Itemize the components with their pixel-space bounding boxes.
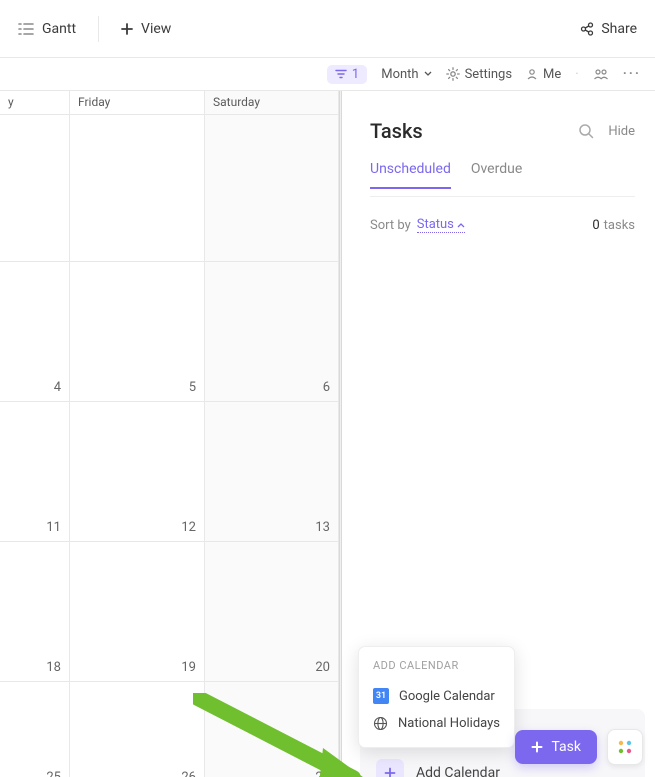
me-button[interactable]: Me bbox=[526, 67, 561, 82]
day-cell[interactable]: 6 bbox=[205, 262, 339, 401]
sub-toolbar: 1 Month Settings Me · ··· bbox=[0, 58, 655, 91]
sort-asc-icon bbox=[457, 222, 465, 228]
week-row: 4 5 6 bbox=[0, 262, 339, 402]
day-cell[interactable]: 20 bbox=[205, 542, 339, 681]
people-icon[interactable] bbox=[593, 68, 609, 80]
share-button[interactable]: Share bbox=[580, 21, 637, 37]
day-cell[interactable] bbox=[205, 115, 339, 261]
sort-row: Sort by Status 0 tasks bbox=[370, 217, 635, 233]
popover-item-google[interactable]: 31 Google Calendar bbox=[373, 682, 500, 710]
task-fab-label: Task bbox=[551, 739, 581, 755]
gantt-view-button[interactable]: Gantt bbox=[18, 21, 76, 37]
calendar-grid: y Friday Saturday 4 5 6 11 12 13 18 19 2… bbox=[0, 91, 339, 777]
day-cell[interactable]: 26 bbox=[70, 682, 205, 777]
sidebar-header-actions: Hide bbox=[578, 123, 635, 139]
list-icon bbox=[18, 22, 34, 36]
person-icon bbox=[526, 68, 538, 80]
google-calendar-icon: 31 bbox=[373, 688, 389, 704]
apps-grid-icon bbox=[616, 738, 634, 756]
plus-icon bbox=[121, 23, 133, 35]
share-label: Share bbox=[601, 21, 637, 37]
tab-unscheduled[interactable]: Unscheduled bbox=[370, 161, 451, 189]
chevron-down-icon bbox=[424, 71, 432, 77]
popover-item-holidays[interactable]: National Holidays bbox=[373, 710, 500, 737]
view-label: View bbox=[141, 21, 171, 37]
filter-icon bbox=[335, 69, 347, 79]
week-row: 11 12 13 bbox=[0, 402, 339, 542]
me-label: Me bbox=[543, 67, 561, 82]
day-cell[interactable]: 18 bbox=[0, 542, 70, 681]
sort-value: Status bbox=[417, 217, 454, 232]
top-toolbar: Gantt View Share bbox=[0, 0, 655, 58]
day-cell[interactable]: 25 bbox=[0, 682, 70, 777]
day-cell[interactable] bbox=[0, 115, 70, 261]
day-header-cell: Saturday bbox=[205, 91, 339, 114]
day-cell[interactable]: 19 bbox=[70, 542, 205, 681]
week-row bbox=[0, 115, 339, 262]
settings-button[interactable]: Settings bbox=[446, 67, 512, 82]
add-view-button[interactable]: View bbox=[121, 21, 171, 37]
day-cell[interactable]: 11 bbox=[0, 402, 70, 541]
tabs-underline bbox=[370, 196, 635, 197]
add-calendar-popover: ADD CALENDAR 31 Google Calendar National… bbox=[358, 646, 515, 748]
main-area: y Friday Saturday 4 5 6 11 12 13 18 19 2… bbox=[0, 91, 655, 777]
plus-icon bbox=[376, 759, 404, 777]
settings-label: Settings bbox=[465, 67, 512, 82]
popover-item-label: National Holidays bbox=[398, 716, 500, 731]
day-cell[interactable]: 27 bbox=[205, 682, 339, 777]
sidebar-tabs: Unscheduled Overdue bbox=[370, 161, 635, 189]
sort-dropdown[interactable]: Status bbox=[417, 217, 465, 233]
toolbar-left: Gantt View bbox=[18, 16, 171, 42]
filter-badge[interactable]: 1 bbox=[327, 65, 367, 84]
tab-overdue[interactable]: Overdue bbox=[471, 161, 522, 189]
day-header-row: y Friday Saturday bbox=[0, 91, 339, 115]
task-count-label: tasks bbox=[604, 218, 635, 233]
sort-prefix: Sort by bbox=[370, 218, 411, 233]
add-calendar-label: Add Calendar bbox=[416, 765, 500, 777]
sidebar-title: Tasks bbox=[370, 119, 423, 143]
globe-icon bbox=[373, 716, 388, 731]
day-cell[interactable]: 4 bbox=[0, 262, 70, 401]
month-dropdown[interactable]: Month bbox=[381, 67, 431, 82]
hide-button[interactable]: Hide bbox=[608, 124, 635, 139]
fab-row: Task bbox=[515, 729, 643, 765]
dot-separator: · bbox=[575, 67, 578, 82]
filter-count: 1 bbox=[352, 67, 359, 82]
day-header-cell: y bbox=[0, 91, 70, 114]
add-calendar-button[interactable]: Add Calendar bbox=[376, 759, 500, 777]
task-count-number: 0 bbox=[592, 218, 599, 233]
sidebar-header: Tasks Hide bbox=[370, 119, 635, 143]
new-task-fab[interactable]: Task bbox=[515, 730, 597, 764]
search-icon[interactable] bbox=[578, 123, 594, 139]
day-cell[interactable] bbox=[70, 115, 205, 261]
gantt-label: Gantt bbox=[42, 21, 76, 37]
day-header-cell: Friday bbox=[70, 91, 205, 114]
day-cell[interactable]: 12 bbox=[70, 402, 205, 541]
more-button[interactable]: ··· bbox=[623, 66, 641, 82]
share-icon bbox=[580, 22, 594, 36]
week-row: 25 26 27 bbox=[0, 682, 339, 777]
plus-icon bbox=[531, 741, 543, 753]
day-cell[interactable]: 13 bbox=[205, 402, 339, 541]
apps-fab[interactable] bbox=[607, 729, 643, 765]
popover-title: ADD CALENDAR bbox=[373, 659, 500, 672]
gear-icon bbox=[446, 67, 460, 81]
popover-item-label: Google Calendar bbox=[399, 689, 495, 704]
task-count: 0 tasks bbox=[592, 218, 635, 233]
week-row: 18 19 20 bbox=[0, 542, 339, 682]
toolbar-divider bbox=[98, 16, 99, 42]
month-label: Month bbox=[381, 67, 418, 82]
day-cell[interactable]: 5 bbox=[70, 262, 205, 401]
